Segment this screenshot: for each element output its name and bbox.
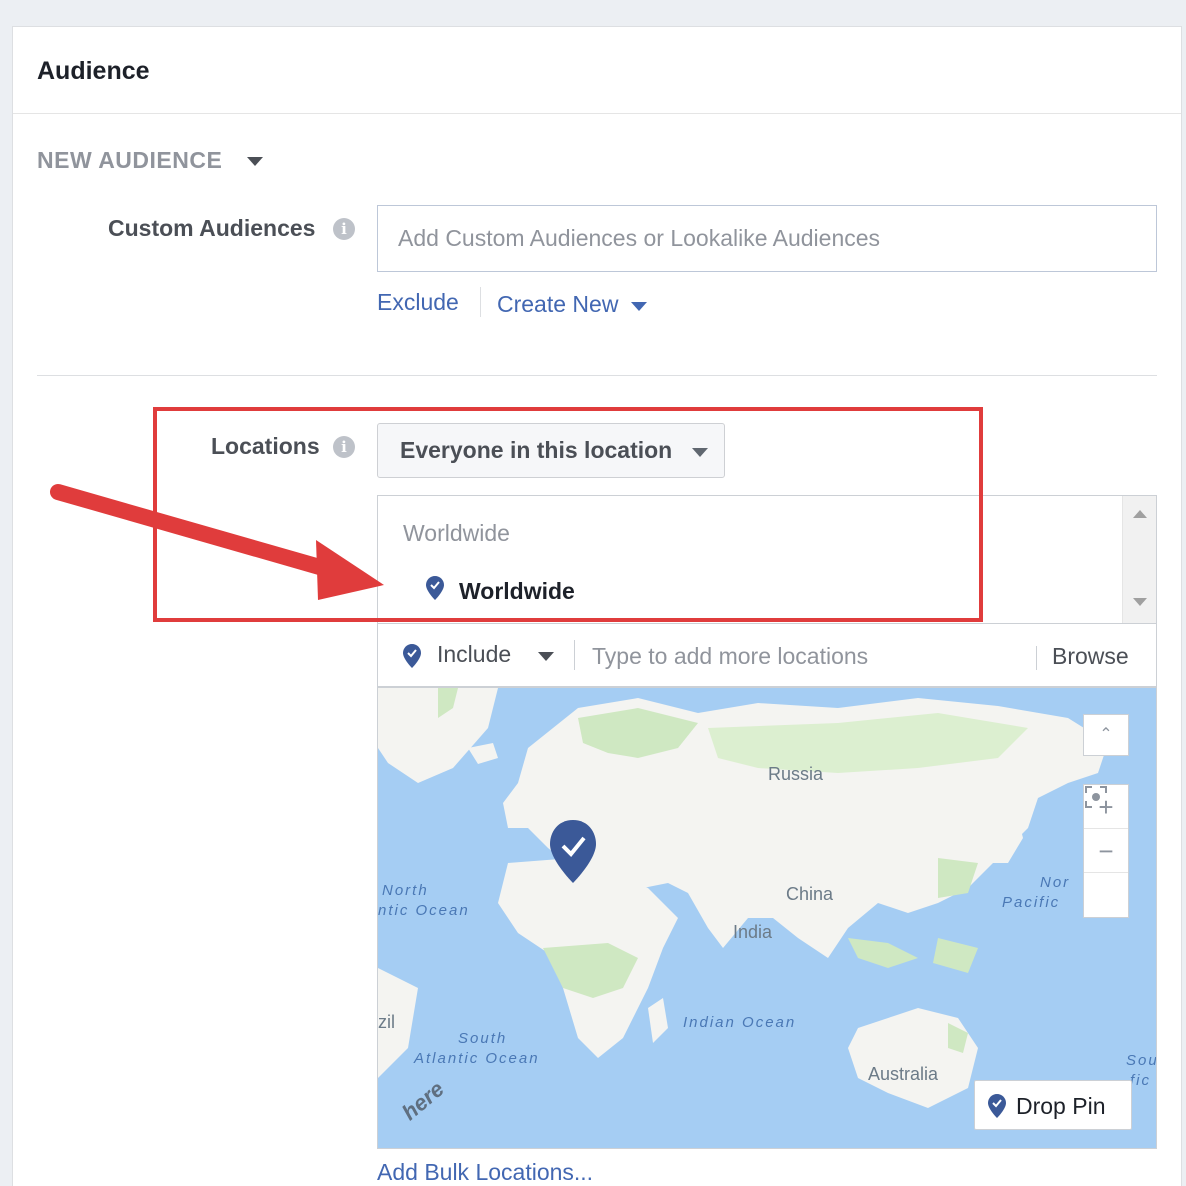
- map-label-indian-ocean: Indian Ocean: [683, 1014, 797, 1031]
- location-item-label: Worldwide: [459, 578, 575, 604]
- map-label-north-pacific: Nor: [1040, 874, 1071, 891]
- zoom-out-button[interactable]: −: [1084, 829, 1128, 873]
- browse-button[interactable]: Browse: [1052, 643, 1129, 670]
- map-label-north-atlantic: North: [382, 882, 429, 899]
- location-pin-icon: [988, 1094, 1006, 1118]
- map-label-north-pacific: Pacific: [1002, 894, 1061, 911]
- list-scrollbar[interactable]: [1122, 496, 1156, 624]
- location-map[interactable]: Russia China India Australia North ntic …: [377, 687, 1157, 1149]
- map-label-south-pacific: Sou: [1126, 1052, 1157, 1069]
- custom-audiences-input[interactable]: [378, 206, 1156, 271]
- drop-pin-label: Drop Pin: [1016, 1093, 1106, 1119]
- new-audience-dropdown[interactable]: NEW AUDIENCE: [37, 147, 222, 174]
- chevron-down-icon[interactable]: [631, 302, 647, 311]
- chevron-up-icon[interactable]: ⌃: [1084, 715, 1128, 755]
- chevron-down-icon[interactable]: [247, 157, 263, 166]
- chevron-down-icon: [692, 448, 708, 457]
- panel-header: Audience: [13, 27, 1181, 114]
- map-collapse-control[interactable]: ⌃: [1083, 714, 1129, 756]
- location-group-header: Worldwide: [403, 520, 510, 546]
- location-pin-icon: [403, 644, 421, 668]
- map-label-india: India: [733, 922, 773, 942]
- create-new-link[interactable]: Create New: [497, 291, 618, 318]
- map-label-russia: Russia: [768, 764, 824, 784]
- exclude-link[interactable]: Exclude: [377, 289, 459, 316]
- custom-audiences-label: Custom Audiences: [108, 215, 316, 241]
- location-type-dropdown[interactable]: Everyone in this location: [377, 423, 725, 478]
- add-bulk-locations-link[interactable]: Add Bulk Locations...: [377, 1159, 593, 1186]
- divider: [574, 640, 575, 670]
- info-icon[interactable]: i: [333, 218, 355, 240]
- map-label-china: China: [786, 884, 834, 904]
- map-label-south-pacific: fic: [1130, 1072, 1151, 1089]
- map-label-south-atlantic: South: [458, 1030, 508, 1047]
- selected-locations-list[interactable]: Worldwide Worldwide: [377, 495, 1157, 624]
- custom-audiences-field[interactable]: [377, 205, 1157, 272]
- map-zoom-controls: + −: [1083, 784, 1129, 918]
- location-search-input[interactable]: [584, 636, 1024, 676]
- map-label-north-atlantic: ntic Ocean: [378, 902, 470, 919]
- link-divider: [480, 287, 481, 317]
- panel-title: Audience: [37, 57, 150, 85]
- info-icon[interactable]: i: [333, 436, 355, 458]
- map-label-brazil: zil: [378, 1012, 395, 1032]
- location-pin-icon: [426, 576, 444, 600]
- divider: [1036, 646, 1037, 670]
- locations-label: Locations: [211, 433, 320, 459]
- chevron-down-icon[interactable]: [538, 652, 554, 661]
- scroll-up-icon[interactable]: [1133, 510, 1147, 518]
- location-search-bar: Include Browse: [377, 623, 1157, 687]
- section-divider: [37, 375, 1157, 376]
- location-type-value: Everyone in this location: [400, 437, 673, 463]
- scroll-down-icon[interactable]: [1133, 598, 1147, 606]
- include-dropdown[interactable]: Include: [437, 641, 511, 668]
- audience-panel: Audience NEW AUDIENCE Custom Audiences i…: [12, 26, 1182, 1186]
- map-label-australia: Australia: [868, 1064, 939, 1084]
- recenter-icon[interactable]: [1084, 786, 1128, 917]
- map-label-south-atlantic: Atlantic Ocean: [414, 1050, 540, 1067]
- drop-pin-button[interactable]: Drop Pin: [974, 1080, 1132, 1130]
